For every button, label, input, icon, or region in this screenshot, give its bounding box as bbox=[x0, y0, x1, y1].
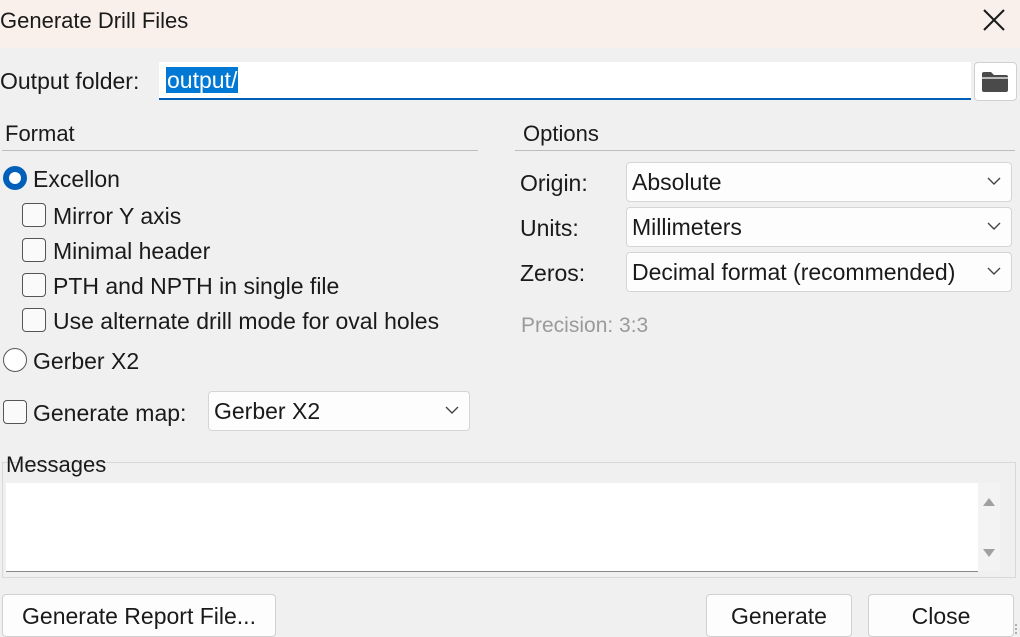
options-heading: Options bbox=[523, 121, 599, 146]
oval-holes-checkbox[interactable] bbox=[22, 308, 46, 332]
folder-icon bbox=[982, 72, 1008, 92]
minimal-header-label: Minimal header bbox=[53, 238, 211, 264]
messages-label: Messages bbox=[6, 452, 107, 477]
origin-value: Absolute bbox=[632, 169, 722, 195]
format-heading: Format bbox=[5, 121, 75, 146]
units-dropdown[interactable]: Millimeters bbox=[626, 207, 1012, 247]
window-title: Generate Drill Files bbox=[0, 8, 189, 33]
chevron-down-icon bbox=[987, 177, 1001, 185]
title-bar: Generate Drill Files bbox=[0, 0, 1020, 48]
generate-map-checkbox[interactable] bbox=[3, 400, 27, 424]
gerber-x2-radio[interactable] bbox=[3, 348, 27, 372]
close-icon[interactable] bbox=[980, 6, 1008, 34]
scroll-down-icon[interactable] bbox=[983, 549, 995, 557]
messages-textarea[interactable] bbox=[6, 483, 978, 572]
close-button[interactable]: Close bbox=[868, 594, 1014, 637]
map-format-value: Gerber X2 bbox=[214, 398, 321, 424]
oval-holes-label: Use alternate drill mode for oval holes bbox=[53, 308, 440, 334]
messages-scrollbar[interactable] bbox=[978, 483, 1000, 571]
output-folder-input[interactable]: output/ bbox=[159, 62, 971, 100]
generate-button[interactable]: Generate bbox=[706, 594, 852, 637]
zeros-value: Decimal format (recommended) bbox=[632, 259, 956, 285]
chevron-down-icon bbox=[987, 267, 1001, 275]
format-separator bbox=[2, 150, 478, 151]
origin-dropdown[interactable]: Absolute bbox=[626, 162, 1012, 202]
single-file-label: PTH and NPTH in single file bbox=[53, 273, 340, 299]
precision-text: Precision: 3:3 bbox=[521, 314, 649, 337]
scroll-up-icon[interactable] bbox=[983, 498, 995, 506]
excellon-label: Excellon bbox=[33, 166, 120, 192]
zeros-label: Zeros: bbox=[520, 260, 586, 286]
options-separator bbox=[515, 150, 1015, 151]
chevron-down-icon bbox=[987, 222, 1001, 230]
generate-report-button[interactable]: Generate Report File... bbox=[2, 594, 276, 637]
generate-map-label: Generate map: bbox=[33, 400, 187, 426]
minimal-header-checkbox[interactable] bbox=[22, 238, 46, 262]
single-file-checkbox[interactable] bbox=[22, 273, 46, 297]
mirror-y-label: Mirror Y axis bbox=[53, 203, 182, 229]
gerber-x2-label: Gerber X2 bbox=[33, 348, 140, 374]
browse-folder-button[interactable] bbox=[974, 62, 1017, 101]
zeros-dropdown[interactable]: Decimal format (recommended) bbox=[626, 252, 1012, 292]
map-format-dropdown[interactable]: Gerber X2 bbox=[208, 391, 470, 431]
units-label: Units: bbox=[520, 215, 579, 241]
excellon-radio[interactable] bbox=[3, 166, 27, 190]
output-folder-value: output/ bbox=[166, 67, 239, 93]
origin-label: Origin: bbox=[520, 170, 588, 196]
output-folder-label: Output folder: bbox=[0, 68, 140, 94]
units-value: Millimeters bbox=[632, 214, 742, 240]
chevron-down-icon bbox=[445, 406, 459, 414]
mirror-y-checkbox[interactable] bbox=[22, 203, 46, 227]
